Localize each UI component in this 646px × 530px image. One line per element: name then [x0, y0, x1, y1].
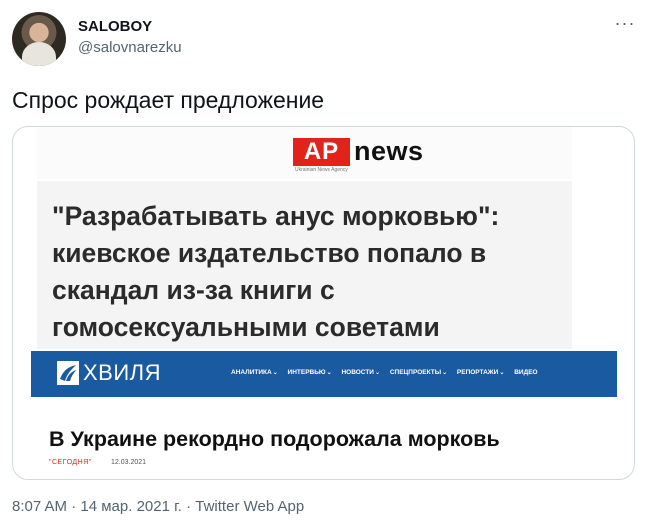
khvylia-nav-item: ИНТЕРВЬЮ⌄	[288, 369, 332, 376]
khvylia-nav-label: ВИДЕО	[514, 369, 538, 376]
khvylia-navbar: ХВИЛЯ АНАЛИТИКА⌄ ИНТЕРВЬЮ⌄ НОВОСТИ⌄ СПЕЦ…	[31, 351, 617, 397]
tweet-source-link[interactable]: Twitter Web App	[195, 498, 304, 515]
chevron-down-icon: ⌄	[442, 370, 448, 376]
khvylia-logo-text: ХВИЛЯ	[83, 360, 161, 385]
apnews-logo-word: news	[354, 136, 424, 166]
apnews-headline-panel: "Разрабатывать анус морковью": киевское …	[37, 181, 572, 349]
khvylia-nav-label: РЕПОРТАЖИ	[456, 369, 499, 376]
apnews-header: AP news Ukrainian News Agency	[37, 127, 572, 179]
tweet-metadata: 8:07 AM · 14 мар. 2021 г. · Twitter Web …	[12, 498, 304, 515]
chevron-down-icon: ⌄	[272, 370, 278, 376]
author-display-name[interactable]: SALOBOY	[78, 18, 152, 35]
tweet-media-image[interactable]: AP news Ukrainian News Agency "Разрабаты…	[12, 126, 635, 480]
khvylia-nav-menu: АНАЛИТИКА⌄ ИНТЕРВЬЮ⌄ НОВОСТИ⌄ СПЕЦПРОЕКТ…	[231, 369, 546, 376]
khvylia-nav-label: НОВОСТИ	[341, 369, 374, 376]
khvylia-nav-item: ВИДЕО	[514, 369, 537, 376]
chevron-down-icon: ⌄	[499, 370, 505, 376]
apnews-logo-box: AP	[293, 138, 350, 166]
more-options-icon[interactable]: ···	[612, 14, 638, 34]
khvylia-nav-item: РЕПОРТАЖИ⌄	[457, 369, 504, 376]
khvylia-nav-item: НОВОСТИ⌄	[341, 369, 380, 376]
khvylia-today-label: "СЕГОДНЯ"	[49, 459, 92, 466]
chevron-down-icon: ⌄	[374, 370, 381, 376]
avatar-figure	[22, 42, 56, 66]
author-avatar[interactable]	[12, 12, 66, 66]
khvylia-nav-label: ИНТЕРВЬЮ	[287, 369, 326, 376]
tweet-date: 14 мар. 2021 г.	[80, 498, 182, 515]
chevron-down-icon: ⌄	[326, 370, 332, 376]
tweet-time: 8:07 AM	[12, 498, 68, 515]
tweet-time-link[interactable]: 8:07 AM · 14 мар. 2021 г.	[12, 498, 182, 515]
khvylia-nav-item: АНАЛИТИКА⌄	[231, 369, 278, 376]
author-handle[interactable]: @salovnarezku	[78, 39, 182, 56]
meta-separator: ·	[186, 498, 192, 515]
khvylia-wave-icon	[57, 361, 79, 385]
khvylia-nav-item: СПЕЦПРОЕКТЫ⌄	[390, 369, 447, 376]
khvylia-nav-label: СПЕЦПРОЕКТЫ	[389, 369, 442, 376]
khvylia-nav-label: АНАЛИТИКА	[231, 369, 272, 376]
apnews-headline: "Разрабатывать анус морковью": киевское …	[52, 201, 500, 342]
meta-separator: ·	[71, 498, 77, 515]
tweet-text: Спрос рождает предложение	[12, 87, 325, 113]
khvylia-date: 12.03.2021	[111, 459, 147, 466]
apnews-logo-sub: Ukrainian News Agency	[295, 167, 348, 173]
khvylia-headline: В Украине рекордно подорожала морковь	[49, 427, 500, 451]
